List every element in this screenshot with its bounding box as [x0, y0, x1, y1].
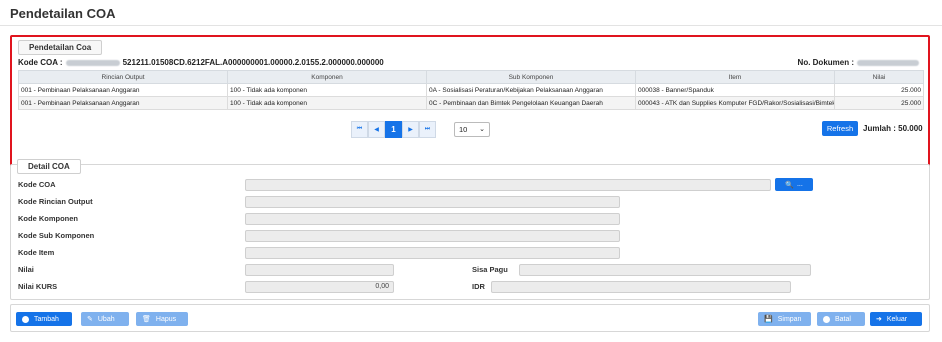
save-icon: 💾	[764, 316, 773, 323]
next-page-button[interactable]: ▶	[402, 121, 419, 138]
tambah-label: Tambah	[34, 315, 59, 323]
current-page-button[interactable]: 1	[385, 121, 402, 138]
kode-coa-search-button[interactable]: 🔍...	[775, 178, 813, 191]
cancel-icon	[823, 315, 830, 323]
column-header[interactable]: Rincian Output	[18, 70, 228, 84]
batal-label: Batal	[835, 315, 851, 323]
keluar-button[interactable]: ➜ Keluar	[870, 312, 922, 326]
rincian-output-input[interactable]	[245, 196, 620, 208]
hapus-button[interactable]: 🗑 Hapus	[136, 312, 188, 326]
table-cell: 001 - Pembinaan Pelaksanaan Anggaran	[18, 96, 228, 110]
page-size-select[interactable]: 10 ⌄	[454, 122, 490, 137]
tambah-button[interactable]: Tambah	[16, 312, 72, 326]
column-header[interactable]: Nilai	[834, 70, 924, 84]
sisa-pagu-input[interactable]	[519, 264, 811, 276]
komponen-label: Kode Komponen	[18, 214, 78, 223]
title-bar: Pendetailan COA	[0, 0, 942, 26]
last-page-button[interactable]: ⏭	[419, 121, 436, 138]
column-header[interactable]: Sub Komponen	[426, 70, 636, 84]
no-dokumen-label: No. Dokumen :	[797, 58, 854, 67]
hapus-label: Hapus	[155, 315, 177, 323]
page-size-value: 10	[459, 125, 468, 134]
sub-komponen-label: Kode Sub Komponen	[18, 231, 95, 240]
prev-page-button[interactable]: ◀	[368, 121, 385, 138]
trash-icon: 🗑	[142, 316, 151, 323]
komponen-input[interactable]	[245, 213, 620, 225]
simpan-button[interactable]: 💾 Simpan	[758, 312, 811, 326]
detail-coa-panel: Detail COA Kode COA 🔍... Kode Rincian Ou…	[10, 159, 930, 300]
table-row[interactable]: 001 - Pembinaan Pelaksanaan Anggaran 100…	[18, 96, 924, 110]
coa-summary-tab: Pendetailan Coa	[18, 40, 103, 55]
exit-icon: ➜	[876, 316, 882, 323]
coa-summary-panel: Pendetailan Coa Kode COA : 521211.01508CD…	[10, 35, 930, 180]
table-cell: 25.000	[834, 83, 924, 97]
table-row[interactable]: 001 - Pembinaan Pelaksanaan Anggaran 100…	[18, 83, 924, 97]
item-input[interactable]	[245, 247, 620, 259]
simpan-label: Simpan	[777, 315, 802, 323]
search-button-label: ...	[796, 181, 803, 188]
table-cell: 000038 - Banner/Spanduk	[635, 83, 835, 97]
column-header[interactable]: Komponen	[227, 70, 427, 84]
table-cell: 100 - Tidak ada komponen	[227, 96, 427, 110]
ubah-label: Ubah	[97, 315, 115, 323]
kode-coa-label: Kode COA :	[18, 58, 63, 67]
coa-detail-table: Rincian Output Komponen Sub Komponen Ite…	[18, 70, 924, 110]
kode-coa-input[interactable]	[245, 179, 771, 191]
redacted-value	[65, 59, 120, 66]
sub-komponen-input[interactable]	[245, 230, 620, 242]
pagination: ⏮ ◀ 1 ▶ ⏭	[351, 121, 436, 138]
pencil-icon: ✎	[87, 316, 93, 323]
keluar-label: Keluar	[886, 315, 908, 323]
first-page-button[interactable]: ⏮	[351, 121, 368, 138]
item-label: Kode Item	[18, 248, 55, 257]
rincian-output-label: Kode Rincian Output	[18, 197, 93, 206]
table-cell: 000043 - ATK dan Supplies Komputer FGD/R…	[635, 96, 835, 110]
kode-coa-line: Kode COA : 521211.01508CD.6212FAL.A000000…	[18, 58, 384, 67]
no-dokumen-line: No. Dokumen :	[798, 58, 922, 67]
page-title: Pendetailan COA	[10, 6, 116, 21]
kode-coa-value: 521211.01508CD.6212FAL.A000000001.00000.…	[122, 58, 384, 67]
detail-coa-tab: Detail COA	[17, 159, 81, 174]
search-icon: 🔍	[785, 181, 794, 189]
nilai-input[interactable]	[245, 264, 394, 276]
table-cell: 0A - Sosialisasi Peraturan/Kebijakan Pel…	[426, 83, 636, 97]
table-cell: 25.000	[834, 96, 924, 110]
column-header[interactable]: Item	[635, 70, 835, 84]
table-cell: 001 - Pembinaan Pelaksanaan Anggaran	[18, 83, 228, 97]
idr-input[interactable]	[491, 281, 791, 293]
nilai-label: Nilai	[18, 265, 34, 274]
plus-circle-icon	[22, 315, 29, 323]
nilai-kurs-label: Nilai KURS	[18, 282, 58, 291]
batal-button[interactable]: Batal	[817, 312, 865, 326]
action-bar: Tambah ✎ Ubah 🗑 Hapus 💾 Simpan Batal ➜ Kelua…	[10, 304, 930, 332]
nilai-kurs-input[interactable]: 0,00	[245, 281, 394, 293]
ubah-button[interactable]: ✎ Ubah	[81, 312, 129, 326]
table-cell: 100 - Tidak ada komponen	[227, 83, 427, 97]
idr-label: IDR	[472, 282, 485, 291]
refresh-button[interactable]: Refresh	[822, 121, 858, 136]
sisa-pagu-label: Sisa Pagu	[472, 265, 508, 274]
jumlah-total: Jumlah : 50.000	[863, 124, 923, 133]
kode-coa-field-label: Kode COA	[18, 180, 56, 189]
chevron-down-icon: ⌄	[479, 126, 485, 133]
redacted-value	[857, 59, 919, 66]
table-cell: 0C - Pembinaan dan Bimtek Pengelolaan Ke…	[426, 96, 636, 110]
table-header-row: Rincian Output Komponen Sub Komponen Ite…	[18, 70, 924, 84]
